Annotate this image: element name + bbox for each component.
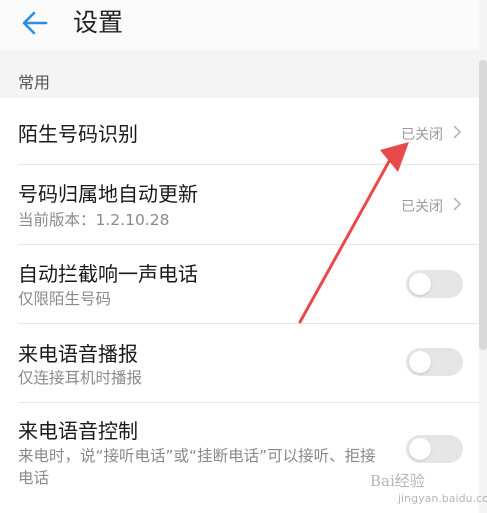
setting-row-block-one-ring[interactable]: 自动拦截响一声电话 仅限陌生号码 [0, 245, 479, 323]
chevron-right-icon [453, 125, 462, 139]
toggle-knob [409, 351, 431, 373]
setting-subtitle: 当前版本：1.2.10.28 [18, 211, 170, 229]
setting-label: 号码归属地自动更新 [18, 182, 198, 206]
chevron-right-icon [453, 197, 462, 211]
setting-row-voice-announce[interactable]: 来电语音播报 仅连接耳机时播报 [0, 324, 479, 402]
setting-row-location-auto-update[interactable]: 号码归属地自动更新 当前版本：1.2.10.28 已关闭 [0, 165, 479, 244]
watermark-url: jingyan.baidu.com [398, 492, 487, 505]
status-text: 已关闭 [401, 127, 443, 143]
settings-list: 陌生号码识别 已关闭 号码归属地自动更新 当前版本：1.2.10.28 已关闭 … [0, 98, 479, 513]
toggle-switch[interactable] [406, 270, 463, 298]
setting-label: 自动拦截响一声电话 [18, 262, 198, 286]
scrollbar-thumb[interactable] [479, 60, 487, 350]
page-title: 设置 [73, 8, 124, 37]
setting-subtitle: 仅连接耳机时播报 [18, 369, 143, 387]
setting-label: 陌生号码识别 [18, 122, 138, 146]
setting-subtitle: 仅限陌生号码 [18, 290, 112, 308]
toggle-knob [409, 273, 431, 295]
toggle-knob [409, 438, 431, 460]
watermark: Bai经验 [370, 472, 425, 490]
app-header: 设置 [0, 0, 487, 50]
setting-label: 来电语音控制 [18, 419, 138, 443]
toggle-switch[interactable] [406, 348, 463, 376]
setting-label: 来电语音播报 [18, 342, 138, 366]
arrow-left-icon [22, 11, 48, 35]
setting-subtitle: 来电时，说“接听电话”或“挂断电话”可以接听、拒接电话 [18, 447, 376, 487]
section-title: 常用 [18, 73, 51, 92]
back-button[interactable] [20, 8, 50, 38]
setting-row-unknown-number-id[interactable]: 陌生号码识别 已关闭 [0, 98, 479, 164]
status-text: 已关闭 [401, 199, 443, 215]
toggle-switch[interactable] [406, 435, 463, 463]
